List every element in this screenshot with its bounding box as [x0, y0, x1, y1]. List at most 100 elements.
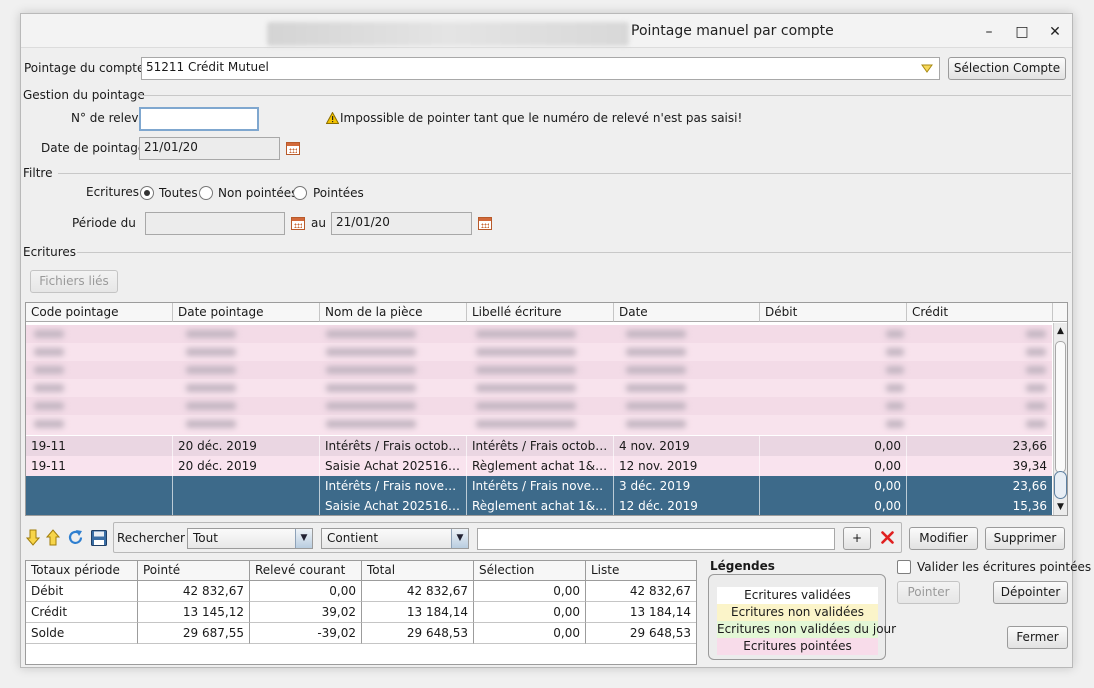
redacted-row — [26, 379, 1052, 397]
scroll-up-icon[interactable]: ▲ — [1055, 325, 1066, 337]
arrow-up-icon[interactable] — [46, 529, 60, 546]
periode-to-label: au — [311, 216, 326, 230]
column-header[interactable]: Date — [614, 303, 760, 322]
clear-search-icon[interactable] — [881, 531, 894, 544]
column-header[interactable]: Libellé écriture — [467, 303, 614, 322]
releve-label: N° de relevé — [71, 111, 146, 125]
column-header[interactable]: Nom de la pièce — [320, 303, 467, 322]
valider-checkbox[interactable] — [897, 560, 911, 574]
cell-debit: 0,00 — [760, 436, 907, 456]
column-header[interactable]: Crédit — [907, 303, 1053, 322]
account-label: Pointage du compte — [24, 61, 145, 75]
legend-title: Légendes — [710, 559, 775, 573]
account-combo[interactable]: 51211 Crédit Mutuel — [141, 57, 940, 80]
totals-cell: 0,00 — [474, 581, 586, 602]
depointer-button[interactable]: Dépointer — [993, 581, 1068, 604]
chevron-down-icon: ▼ — [451, 529, 468, 548]
column-header[interactable]: Date pointage — [173, 303, 320, 322]
cell-date: 12 déc. 2019 — [614, 496, 760, 515]
totals-cell: -39,02 — [250, 623, 362, 644]
totals-cell: 42 832,67 — [138, 581, 250, 602]
calendar-icon[interactable] — [291, 217, 305, 230]
cell-debit: 0,00 — [760, 456, 907, 476]
save-icon[interactable] — [91, 530, 107, 546]
legend-validees: Ecritures validées — [717, 587, 878, 604]
title-bar: Pointage manuel par compte – □ ✕ — [21, 14, 1072, 48]
refresh-icon[interactable] — [67, 529, 84, 546]
dialog-window: Pointage manuel par compte – □ ✕ Pointag… — [20, 13, 1091, 668]
scroll-down-icon[interactable]: ▼ — [1055, 501, 1066, 513]
totals-cell: 0,00 — [474, 602, 586, 623]
column-header[interactable]: Code pointage — [26, 303, 173, 322]
chevron-down-icon — [921, 64, 933, 73]
search-scope-select[interactable]: Tout ▼ — [187, 528, 313, 549]
cell-code: 19-11 — [26, 436, 173, 456]
pointer-button[interactable]: Pointer — [897, 581, 960, 604]
radio-non-pointees[interactable] — [199, 186, 213, 200]
scrollbar-thumb[interactable] — [1054, 471, 1067, 499]
cell-credit: 23,66 — [907, 436, 1053, 456]
cell-date: 12 nov. 2019 — [614, 456, 760, 476]
close-icon[interactable]: ✕ — [1045, 22, 1065, 42]
totals-row-label: Débit — [26, 581, 138, 602]
totals-cell: 0,00 — [250, 581, 362, 602]
search-input[interactable] — [477, 528, 835, 550]
vertical-scrollbar[interactable]: ▲ ▼ — [1053, 323, 1067, 515]
totals-cell: 0,00 — [474, 623, 586, 644]
periode-to-field[interactable]: 21/01/20 — [331, 212, 472, 235]
select-account-button[interactable]: Sélection Compte — [948, 57, 1066, 80]
minimize-icon[interactable]: – — [979, 22, 999, 42]
scrollbar-track — [1055, 341, 1066, 473]
fichiers-lies-button[interactable]: Fichiers liés — [30, 270, 118, 293]
add-criteria-button[interactable]: + — [843, 527, 871, 550]
date-pointage-field[interactable]: 21/01/20 — [139, 137, 280, 160]
table-row-selected[interactable]: Intérêts / Frais novembre 2019 Intérêts … — [26, 476, 1053, 496]
cell-piece: Saisie Achat 20251630 — [320, 496, 467, 515]
radio-toutes[interactable] — [140, 186, 154, 200]
ecritures-separator — [77, 252, 1071, 253]
radio-toutes-label[interactable]: Toutes — [159, 186, 198, 200]
totals-cell: 29 648,53 — [586, 623, 696, 644]
redacted-app-title — [267, 22, 629, 46]
table-row-selected[interactable]: Saisie Achat 20251630 Règlement achat 1&… — [26, 496, 1053, 515]
table-row[interactable]: 19-11 20 déc. 2019 Intérêts / Frais octo… — [26, 436, 1053, 456]
search-operator-select[interactable]: Contient ▼ — [321, 528, 469, 549]
radio-pointees-label[interactable]: Pointées — [313, 186, 364, 200]
periode-label: Période du — [72, 216, 136, 230]
account-value: 51211 Crédit Mutuel — [146, 60, 269, 74]
periode-from-field[interactable] — [145, 212, 285, 235]
cell-date-pointage — [173, 496, 320, 515]
cell-piece: Intérêts / Frais novembre 2019 — [320, 476, 467, 496]
calendar-icon[interactable] — [478, 217, 492, 230]
gestion-section-title: Gestion du pointage — [23, 88, 145, 102]
cell-debit: 0,00 — [760, 496, 907, 515]
column-header: Relevé courant — [250, 561, 362, 581]
cell-piece: Intérêts / Frais octobre 2019 — [320, 436, 467, 456]
totals-cell: 39,02 — [250, 602, 362, 623]
modify-button[interactable]: Modifier — [909, 527, 978, 550]
delete-button[interactable]: Supprimer — [985, 527, 1065, 550]
redacted-row — [26, 397, 1052, 415]
releve-input[interactable] — [139, 107, 259, 131]
column-header: Total — [362, 561, 474, 581]
arrow-down-icon[interactable] — [26, 529, 40, 546]
table-row[interactable]: 19-11 20 déc. 2019 Saisie Achat 20251600… — [26, 456, 1053, 476]
valider-checkbox-label[interactable]: Valider les écritures pointées — [917, 560, 1091, 574]
totals-cell: 42 832,67 — [362, 581, 474, 602]
column-header: Liste — [586, 561, 696, 581]
maximize-icon[interactable]: □ — [1012, 22, 1032, 42]
close-button[interactable]: Fermer — [1007, 626, 1068, 649]
cell-date-pointage: 20 déc. 2019 — [173, 436, 320, 456]
radio-pointees[interactable] — [293, 186, 307, 200]
calendar-icon[interactable] — [286, 142, 300, 155]
filtre-section-title: Filtre — [23, 166, 53, 180]
ecritures-filter-label: Ecritures — [86, 185, 140, 199]
filtre-separator — [58, 173, 1071, 174]
redacted-row — [26, 325, 1052, 343]
column-header[interactable]: Débit — [760, 303, 907, 322]
cell-date-pointage — [173, 476, 320, 496]
radio-non-pointees-label[interactable]: Non pointées — [218, 186, 297, 200]
cell-libelle: Intérêts / Frais octobre 2019 — [467, 436, 614, 456]
chevron-down-icon: ▼ — [295, 529, 312, 548]
legend-non-validees: Ecritures non validées — [717, 604, 878, 621]
